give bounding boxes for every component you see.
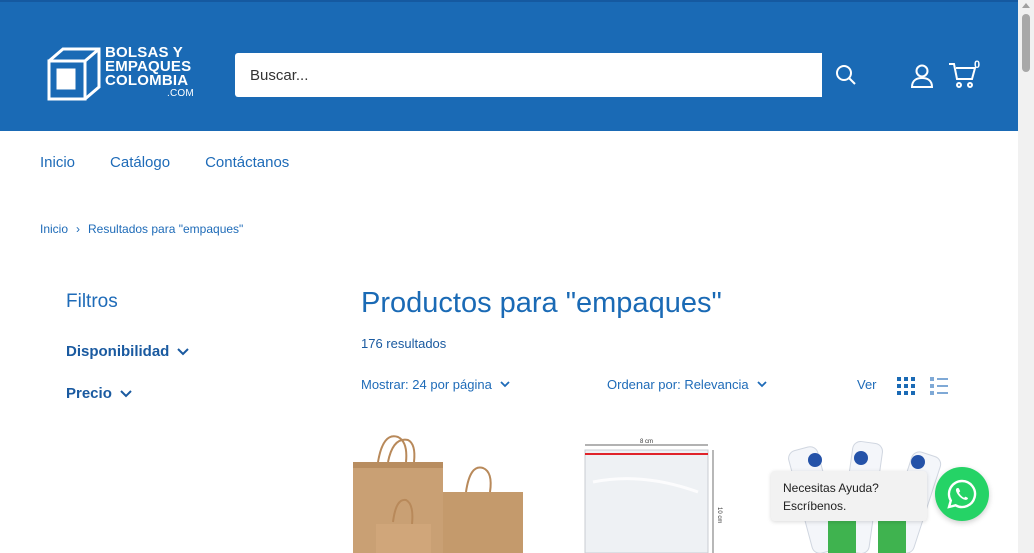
nav-item-contactanos[interactable]: Contáctanos (205, 154, 289, 171)
search-input[interactable] (235, 53, 822, 97)
filter-label: Precio (66, 385, 112, 402)
site-logo[interactable]: BOLSAS Y EMPAQUES COLOMBIA .COM (46, 45, 196, 104)
product-image-zip-bag: 8 cm 10 cm (563, 432, 743, 553)
chevron-down-icon (177, 347, 190, 355)
site-header: BOLSAS Y EMPAQUES COLOMBIA .COM 0 (0, 0, 1018, 131)
zip-bag-height-label: 10 cm (716, 507, 722, 523)
page-title: Productos para "empaques" (361, 287, 722, 319)
breadcrumb-current: Resultados para "empaques" (88, 222, 244, 236)
logo-text: BOLSAS Y EMPAQUES COLOMBIA .COM (105, 45, 194, 100)
nav-item-inicio[interactable]: Inicio (40, 154, 75, 171)
nav-item-catalogo[interactable]: Catálogo (110, 154, 170, 171)
chevron-down-icon (120, 389, 132, 397)
sort-select[interactable]: Ordenar por: Relevancia (607, 377, 767, 392)
breadcrumb-home[interactable]: Inicio (40, 222, 68, 236)
grid-view-icon[interactable] (896, 376, 916, 396)
product-card[interactable]: 8 cm 10 cm (563, 432, 743, 553)
breadcrumb-separator: › (76, 222, 81, 236)
search-bar (235, 53, 870, 97)
view-label: Ver (857, 377, 877, 392)
breadcrumb: Inicio › Resultados para "empaques" (40, 222, 243, 236)
filters-title: Filtros (66, 291, 118, 312)
cart-count-badge: 0 (974, 59, 981, 71)
account-icon[interactable] (908, 62, 936, 90)
result-count: 176 resultados (361, 336, 447, 351)
search-button[interactable] (822, 53, 870, 97)
zip-bag-width-label: 8 cm (640, 439, 653, 445)
search-icon (836, 65, 856, 85)
per-page-select[interactable]: Mostrar: 24 por página (361, 377, 510, 392)
list-view-icon[interactable] (929, 376, 949, 396)
filter-label: Disponibilidad (66, 343, 170, 360)
product-card[interactable] (348, 432, 528, 553)
scroll-up-arrow-icon[interactable] (1022, 3, 1030, 8)
logo-line-3: COLOMBIA (105, 72, 189, 89)
scroll-thumb[interactable] (1022, 14, 1030, 72)
filter-disponibilidad[interactable]: Disponibilidad (66, 343, 190, 360)
logo-cube-icon (47, 47, 101, 101)
per-page-label: Mostrar: 24 por página (361, 377, 492, 392)
whatsapp-icon (947, 479, 977, 509)
chat-line-2: Escríbenos. (783, 499, 847, 513)
whatsapp-button[interactable] (935, 467, 989, 521)
chevron-down-icon (757, 381, 767, 388)
chat-line-1: Necesitas Ayuda? (783, 481, 879, 495)
product-image-kraft-bags (348, 432, 528, 553)
chevron-down-icon (500, 381, 510, 388)
chat-tooltip: Necesitas Ayuda? Escríbenos. (771, 471, 927, 521)
page-scrollbar[interactable] (1018, 0, 1034, 553)
logo-line-4: .COM (167, 88, 194, 99)
sort-label: Ordenar por: Relevancia (607, 377, 749, 392)
filter-precio[interactable]: Precio (66, 385, 132, 402)
main-nav: Inicio Catálogo Contáctanos (40, 154, 289, 171)
